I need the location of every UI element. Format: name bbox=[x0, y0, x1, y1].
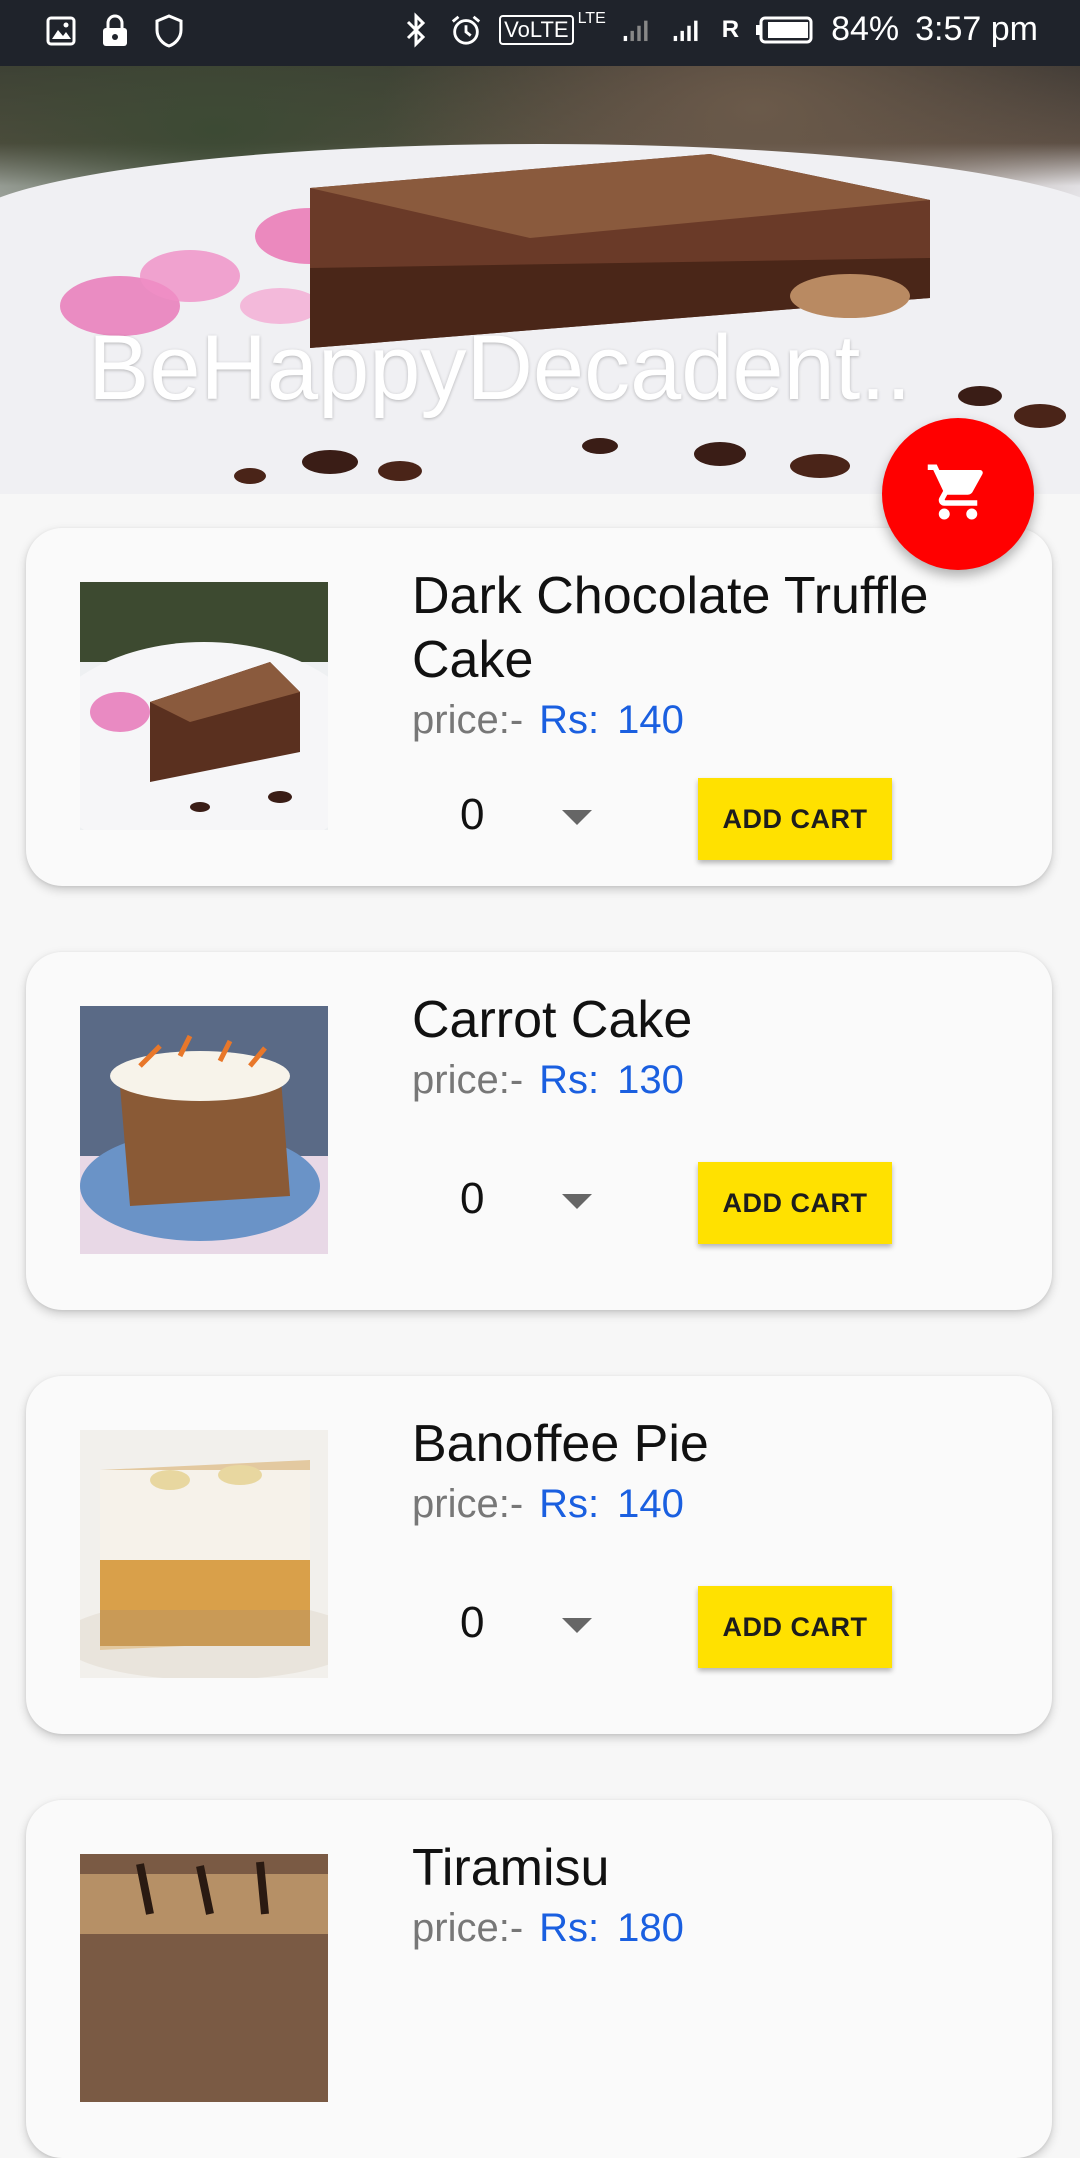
quantity-value: 0 bbox=[460, 1174, 485, 1223]
price-label: price:- bbox=[412, 698, 524, 742]
alarm-icon bbox=[449, 13, 483, 47]
battery-icon bbox=[755, 13, 815, 47]
price-label: price:- bbox=[412, 1906, 524, 1950]
price-value: 180 bbox=[617, 1906, 684, 1950]
volte-label: VoLTE bbox=[499, 14, 574, 45]
add-cart-button[interactable]: ADD CART bbox=[698, 1586, 892, 1668]
battery-percent: 84% bbox=[831, 10, 900, 48]
price-row: price:- Rs: 180 bbox=[412, 1906, 684, 1951]
quantity-value: 0 bbox=[460, 1598, 485, 1647]
price-row: price:- Rs: 130 bbox=[412, 1058, 684, 1103]
price-row: price:- Rs: 140 bbox=[412, 698, 684, 743]
product-name: Banoffee Pie bbox=[412, 1415, 709, 1473]
add-cart-button[interactable]: ADD CART bbox=[698, 1162, 892, 1244]
clock: 3:57 pm bbox=[915, 10, 1038, 48]
signal-icon bbox=[622, 13, 656, 47]
price-value: 140 bbox=[617, 698, 684, 742]
price-value: 130 bbox=[617, 1058, 684, 1102]
currency-label: Rs: bbox=[539, 698, 600, 742]
price-label: price:- bbox=[412, 1058, 524, 1102]
product-image bbox=[80, 582, 328, 830]
product-name: Dark Chocolate Truffle Cake bbox=[412, 567, 929, 689]
dropdown-arrow-icon[interactable] bbox=[562, 810, 592, 825]
product-card: Banoffee Pie price:- Rs: 140 0 ADD CART bbox=[26, 1376, 1052, 1734]
price-value: 140 bbox=[617, 1482, 684, 1526]
product-image bbox=[80, 1430, 328, 1678]
status-bar: VoLTE LTE R 84% 3:57 pm bbox=[0, 0, 1080, 66]
product-image bbox=[80, 1006, 328, 1254]
currency-label: Rs: bbox=[539, 1058, 600, 1102]
currency-label: Rs: bbox=[539, 1906, 600, 1950]
product-card: Tiramisu price:- Rs: 180 bbox=[26, 1800, 1052, 2158]
quantity-select[interactable]: 0 bbox=[460, 1174, 484, 1224]
lock-icon bbox=[98, 14, 132, 48]
product-name: Carrot Cake bbox=[412, 991, 693, 1049]
image-icon bbox=[44, 14, 78, 48]
roaming-indicator: R bbox=[721, 15, 740, 43]
lte-label: LTE bbox=[577, 9, 606, 27]
shield-icon bbox=[152, 14, 186, 48]
quantity-select[interactable]: 0 bbox=[460, 790, 484, 840]
app-title: BeHappyDecadent.. bbox=[88, 317, 912, 419]
cart-icon bbox=[925, 459, 991, 530]
dropdown-arrow-icon[interactable] bbox=[562, 1194, 592, 1209]
product-image bbox=[80, 1854, 328, 2102]
currency-label: Rs: bbox=[539, 1482, 600, 1526]
signal-icon-2 bbox=[672, 13, 706, 47]
cart-fab-button[interactable] bbox=[882, 418, 1034, 570]
dropdown-arrow-icon[interactable] bbox=[562, 1618, 592, 1633]
quantity-select[interactable]: 0 bbox=[460, 1598, 484, 1648]
add-cart-button[interactable]: ADD CART bbox=[698, 778, 892, 860]
product-card: Dark Chocolate Truffle Cake price:- Rs: 14… bbox=[26, 528, 1052, 886]
price-label: price:- bbox=[412, 1482, 524, 1526]
product-card: Carrot Cake price:- Rs: 130 0 ADD CART bbox=[26, 952, 1052, 1310]
price-row: price:- Rs: 140 bbox=[412, 1482, 684, 1527]
quantity-value: 0 bbox=[460, 790, 485, 839]
product-name: Tiramisu bbox=[412, 1839, 610, 1897]
bluetooth-icon bbox=[399, 11, 433, 48]
